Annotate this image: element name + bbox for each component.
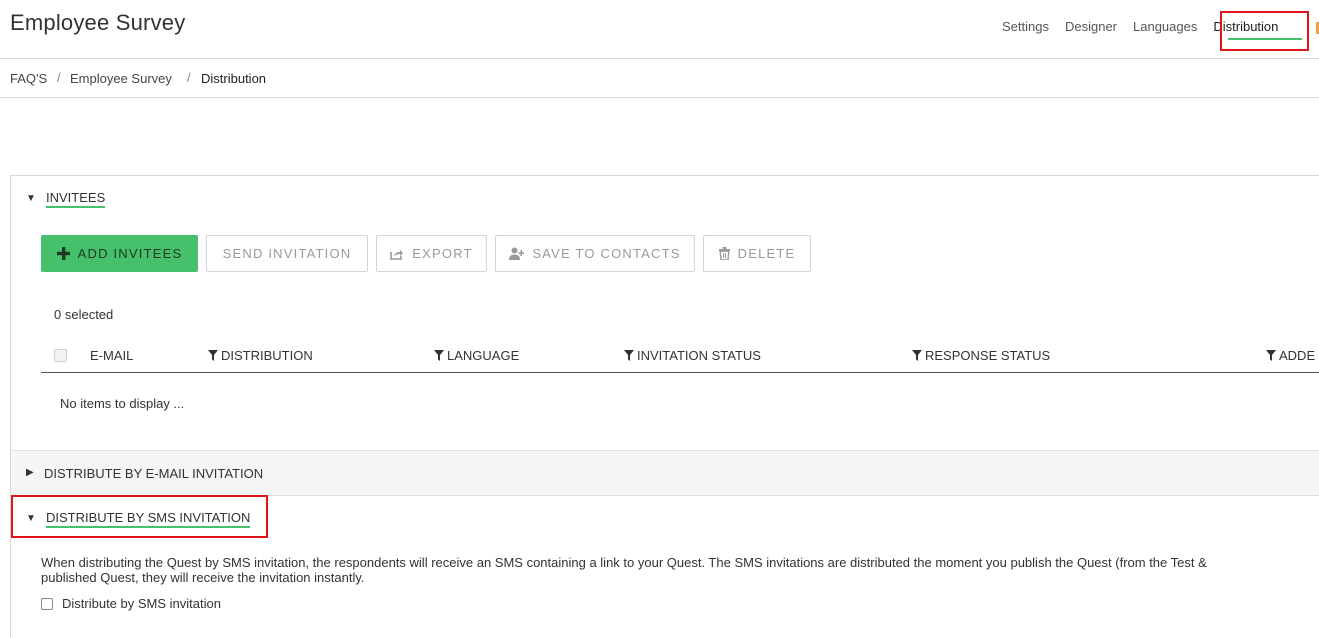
save-to-contacts-label: SAVE TO CONTACTS xyxy=(532,246,681,261)
filter-icon[interactable] xyxy=(208,350,218,361)
breadcrumb-faqs[interactable]: FAQ'S xyxy=(10,71,47,86)
column-language-label: LANGUAGE xyxy=(447,348,520,363)
tab-languages[interactable]: Languages xyxy=(1133,19,1197,34)
filter-icon[interactable] xyxy=(1266,350,1276,361)
delete-label: DELETE xyxy=(737,246,796,261)
column-response-status-label: RESPONSE STATUS xyxy=(925,348,1051,363)
caret-down-icon[interactable]: ▼ xyxy=(26,193,36,204)
column-email-label: E-MAIL xyxy=(90,348,134,363)
invitees-title: INVITEES xyxy=(46,190,106,208)
delete-button[interactable]: DELETE xyxy=(703,235,811,272)
breadcrumb-separator: / xyxy=(57,70,61,85)
column-distribution[interactable]: DISTRIBUTION xyxy=(208,348,313,363)
send-invitation-button[interactable]: SEND INVITATION xyxy=(206,235,368,272)
filter-icon[interactable] xyxy=(624,350,634,361)
export-icon xyxy=(390,248,404,260)
add-invitees-label: ADD INVITEES xyxy=(77,246,183,261)
email-invitation-section[interactable]: ▶ DISTRIBUTE BY E-MAIL INVITATION xyxy=(11,450,1319,496)
sms-description: When distributing the Quest by SMS invit… xyxy=(41,555,1319,585)
column-distribution-label: DISTRIBUTION xyxy=(221,348,313,363)
caret-right-icon[interactable]: ▶ xyxy=(26,467,34,478)
send-invitation-label: SEND INVITATION xyxy=(222,246,352,261)
filter-icon[interactable] xyxy=(912,350,922,361)
add-invitees-button[interactable]: ADD INVITEES xyxy=(41,235,198,272)
top-bar: Employee Survey Settings Designer Langua… xyxy=(0,0,1319,59)
column-added-label: ADDE xyxy=(1279,348,1316,363)
column-email[interactable]: E-MAIL xyxy=(90,348,133,363)
sms-distribution-checkbox[interactable] xyxy=(41,597,53,610)
invitees-section-header[interactable]: INVITEES xyxy=(46,190,106,208)
export-button[interactable]: EXPORT xyxy=(376,235,487,272)
email-section-title[interactable]: DISTRIBUTE BY E-MAIL INVITATION xyxy=(44,466,263,481)
filter-icon[interactable] xyxy=(434,350,444,361)
sms-distribution-option[interactable]: Distribute by SMS invitation xyxy=(41,596,221,611)
tab-designer[interactable]: Designer xyxy=(1065,19,1117,34)
add-user-icon xyxy=(509,247,525,260)
sms-distribution-checkbox-label: Distribute by SMS invitation xyxy=(62,596,221,611)
tab-settings[interactable]: Settings xyxy=(1002,19,1049,34)
sms-description-line-1: When distributing the Quest by SMS invit… xyxy=(41,555,1207,570)
sms-description-line-2: published Quest, they will receive the i… xyxy=(41,570,365,585)
selected-count: 0 selected xyxy=(54,307,114,322)
plus-icon xyxy=(56,247,70,260)
page-title: Employee Survey xyxy=(10,10,186,35)
trash-icon xyxy=(718,247,730,260)
column-invitation-status-label: INVITATION STATUS xyxy=(637,348,761,363)
column-response-status[interactable]: RESPONSE STATUS xyxy=(912,348,1050,363)
save-to-contacts-button[interactable]: SAVE TO CONTACTS xyxy=(495,235,695,272)
breadcrumb-distribution: Distribution xyxy=(201,71,267,86)
invitees-grid-header: E-MAIL DISTRIBUTION LANGUAGE INVITATION … xyxy=(41,340,1319,373)
column-language[interactable]: LANGUAGE xyxy=(434,348,519,363)
export-label: EXPORT xyxy=(412,246,473,261)
select-all-checkbox[interactable] xyxy=(54,349,67,362)
breadcrumb: FAQ'S / Employee Survey / Distribution xyxy=(0,59,1319,98)
highlight-box-sms-section xyxy=(11,495,268,538)
highlight-box-distribution-tab xyxy=(1220,11,1309,51)
column-added[interactable]: ADDE xyxy=(1266,348,1315,363)
empty-grid-message: No items to display ... xyxy=(60,396,185,411)
breadcrumb-employee-survey[interactable]: Employee Survey xyxy=(70,71,172,86)
breadcrumb-separator: / xyxy=(187,70,191,85)
column-invitation-status[interactable]: INVITATION STATUS xyxy=(624,348,761,363)
